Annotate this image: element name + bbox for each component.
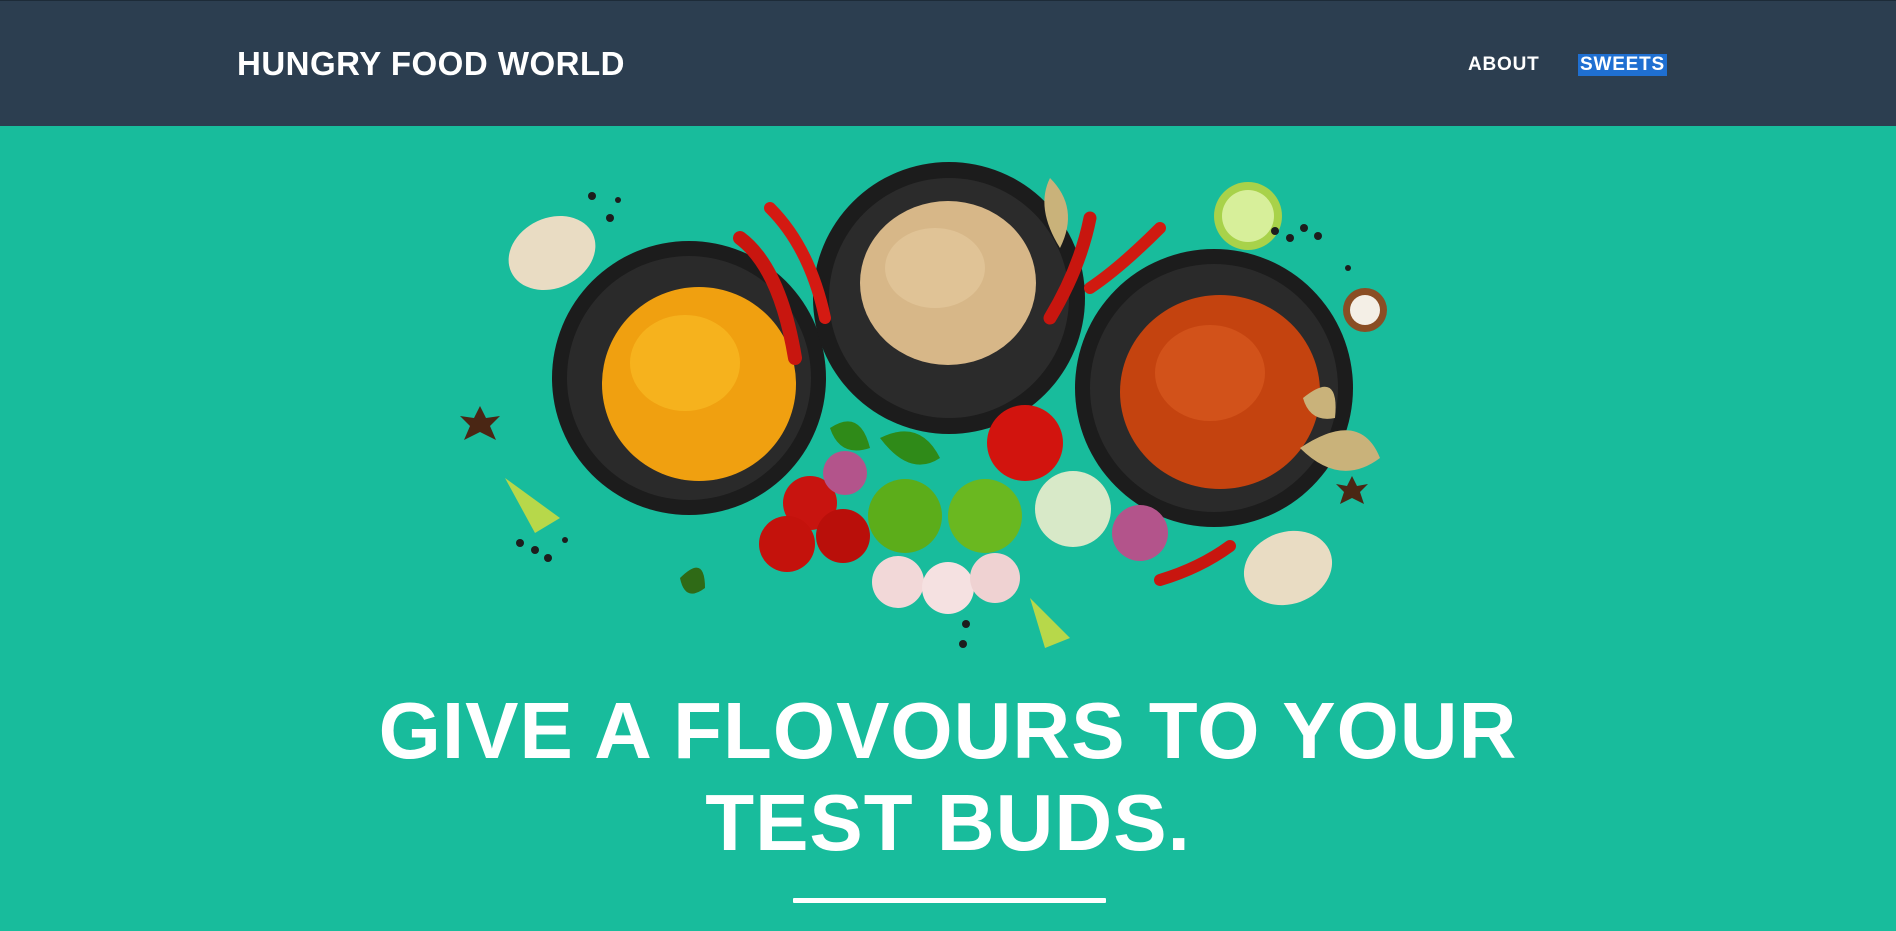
hero-heading-line2: TEST BUDS. <box>705 778 1191 867</box>
heading-divider <box>793 898 1106 903</box>
nav-link-sweets[interactable]: SWEETS <box>1578 54 1668 76</box>
hero-heading-line1: GIVE A FLOVOURS TO YOUR <box>378 686 1518 775</box>
brand-link[interactable]: HUNGRY FOOD WORLD <box>237 45 625 83</box>
nav-link-about[interactable]: ABOUT <box>1468 54 1540 76</box>
masthead: GIVE A FLOVOURS TO YOUR TEST BUDS. <box>0 126 1896 931</box>
navbar: HUNGRY FOOD WORLD ABOUT SWEETS <box>0 0 1896 126</box>
hero-heading: GIVE A FLOVOURS TO YOUR TEST BUDS. <box>0 685 1896 869</box>
hero-image <box>460 162 1387 648</box>
